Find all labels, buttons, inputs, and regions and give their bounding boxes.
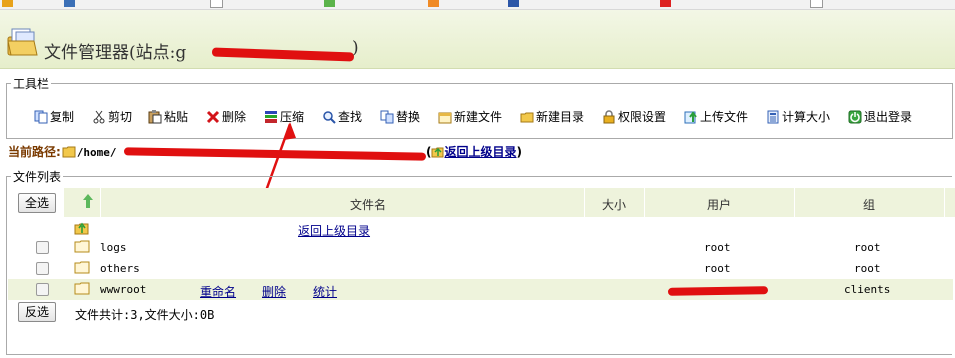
current-path-value: /home/ xyxy=(76,146,117,159)
upload-icon xyxy=(684,111,697,124)
toolbar-legend: 工具栏 xyxy=(13,77,50,91)
bookmark-item[interactable] xyxy=(64,0,78,8)
upload-button[interactable]: 上传文件 xyxy=(684,108,748,125)
up-folder-icon xyxy=(74,222,89,235)
file-list-legend: 文件列表 xyxy=(13,170,62,184)
folder-icon xyxy=(74,282,90,295)
copy-button[interactable]: 复制 xyxy=(34,108,74,125)
new-folder-icon xyxy=(520,112,534,123)
new-folder-button[interactable]: 新建目录 xyxy=(520,108,584,125)
bookmark-item[interactable] xyxy=(210,0,226,8)
rename-link[interactable]: 重命名 xyxy=(200,283,236,300)
folder-icon xyxy=(62,146,76,158)
magnifier-icon xyxy=(323,111,336,124)
select-all-button[interactable]: 全选 xyxy=(18,193,57,213)
column-header-size[interactable]: 大小 xyxy=(584,196,644,213)
bookmark-item[interactable] xyxy=(324,0,338,8)
folder-icon xyxy=(74,240,90,253)
file-name[interactable]: logs xyxy=(100,241,127,254)
up-folder-icon xyxy=(431,147,444,158)
copy-icon xyxy=(34,110,48,124)
file-user: root xyxy=(704,241,731,254)
delete-button[interactable]: 删除 xyxy=(206,108,246,125)
find-button[interactable]: 查找 xyxy=(322,108,362,125)
calculate-size-button[interactable]: 计算大小 xyxy=(766,108,830,125)
go-up-link[interactable]: 返回上级目录 xyxy=(444,145,516,159)
row-checkbox[interactable] xyxy=(36,283,49,296)
new-file-button[interactable]: 新建文件 xyxy=(438,108,502,125)
toolbar-panel: 工具栏 xyxy=(6,75,953,139)
delete-link[interactable]: 删除 xyxy=(262,283,286,300)
sort-up-arrow-icon[interactable] xyxy=(82,193,94,209)
folder-icon xyxy=(74,261,90,274)
file-manager-icon xyxy=(7,28,38,56)
column-header-user[interactable]: 用户 xyxy=(644,196,794,213)
logout-button[interactable]: 退出登录 xyxy=(848,108,912,125)
table-row[interactable]: logs root root xyxy=(8,237,953,258)
current-path-row: 当前路径: /home/ xyxy=(8,143,117,160)
replace-icon xyxy=(380,110,394,124)
redaction-mark xyxy=(667,286,769,296)
table-row[interactable]: others root root xyxy=(8,258,953,279)
parent-dir-row: 返回上级目录 xyxy=(8,218,953,239)
page-title: 文件管理器(站点:g xyxy=(44,43,187,63)
file-name[interactable]: wwwroot xyxy=(100,283,146,296)
file-summary: 文件共计:3,文件大小:0B xyxy=(75,308,215,322)
redaction-mark xyxy=(211,47,355,62)
invert-selection-button[interactable]: 反选 xyxy=(18,302,57,322)
bookmark-item[interactable] xyxy=(428,0,442,8)
file-group: clients xyxy=(844,283,891,296)
file-group: root xyxy=(854,241,881,254)
title-close-paren: ) xyxy=(352,38,359,58)
stats-link[interactable]: 统计 xyxy=(313,283,337,300)
column-header-name[interactable]: 文件名 xyxy=(100,196,636,213)
bookmarks-bar xyxy=(0,0,955,10)
bookmark-item[interactable] xyxy=(2,0,16,8)
row-checkbox[interactable] xyxy=(36,241,49,254)
scissors-icon xyxy=(93,110,105,124)
table-row[interactable]: wwwroot 重命名 删除 统计 clients xyxy=(8,279,953,300)
logout-icon xyxy=(848,110,862,124)
permissions-button[interactable]: 权限设置 xyxy=(602,108,666,125)
table-header: 文件名 大小 用户 组 xyxy=(64,188,955,217)
bookmark-item[interactable] xyxy=(508,0,522,8)
current-path-label: 当前路径: xyxy=(8,145,61,159)
file-name[interactable]: others xyxy=(100,262,140,275)
lock-icon xyxy=(603,110,615,124)
file-user: root xyxy=(704,262,731,275)
row-checkbox[interactable] xyxy=(36,262,49,275)
delete-x-icon xyxy=(206,110,220,124)
column-header-group[interactable]: 组 xyxy=(794,196,944,213)
bookmark-item[interactable] xyxy=(810,0,826,8)
app-header: 文件管理器(站点:g ) xyxy=(0,10,955,69)
calculator-icon xyxy=(767,110,779,124)
bookmark-item[interactable] xyxy=(660,0,674,8)
file-group: root xyxy=(854,262,881,275)
new-file-icon xyxy=(438,112,452,124)
cut-button[interactable]: 剪切 xyxy=(92,108,132,125)
parent-dir-link-wrap: (返回上级目录) xyxy=(426,145,522,159)
replace-button[interactable]: 替换 xyxy=(380,108,420,125)
paste-icon xyxy=(148,110,162,124)
paste-button[interactable]: 粘贴 xyxy=(148,108,188,125)
